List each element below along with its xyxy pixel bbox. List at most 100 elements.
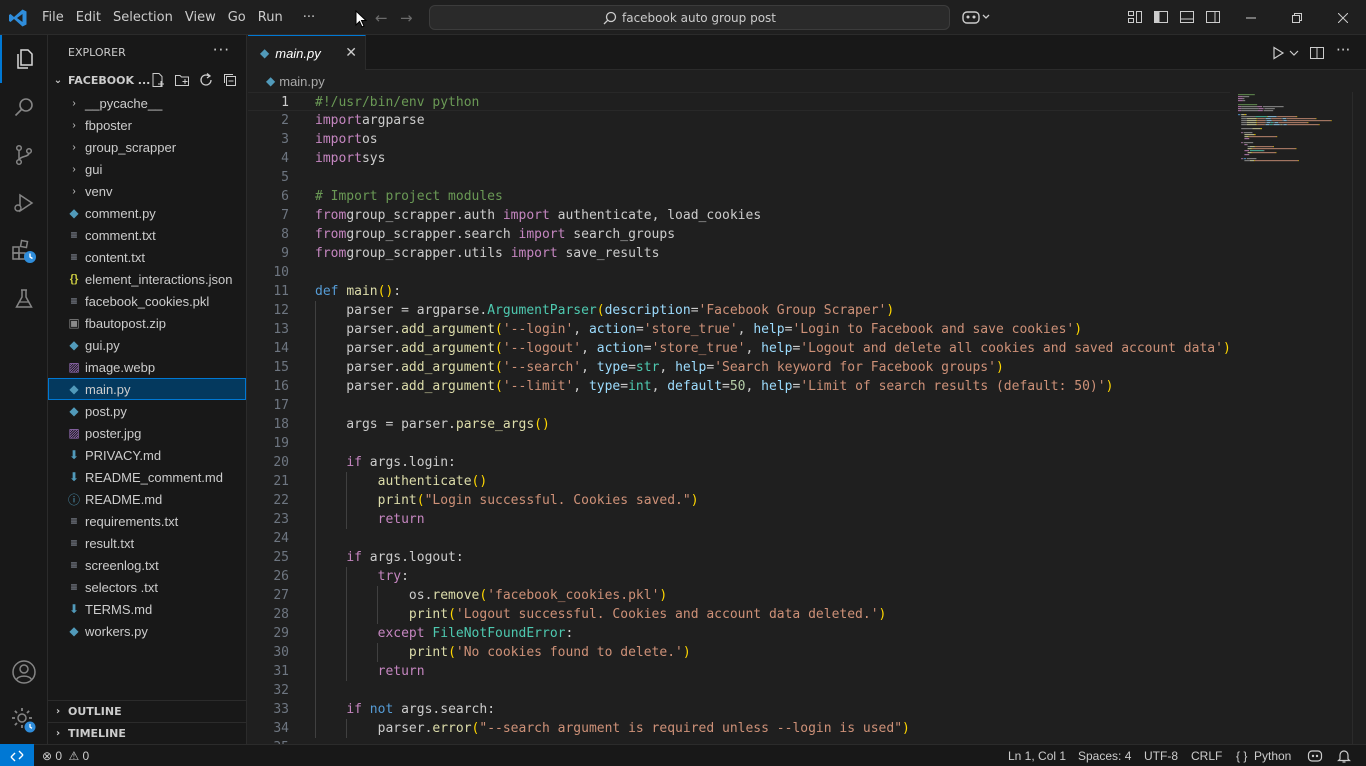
menu-more[interactable]: ···: [297, 0, 321, 35]
customize-layout-icon[interactable]: [1127, 9, 1143, 25]
code-line[interactable]: 29 except FileNotFoundError:: [248, 624, 1230, 643]
close-button[interactable]: [1320, 0, 1366, 35]
code-line[interactable]: 26 try:: [248, 567, 1230, 586]
file-item[interactable]: ◆ workers.py: [48, 620, 246, 642]
cursor-position[interactable]: Ln 1, Col 1: [1008, 748, 1066, 764]
back-arrow-icon[interactable]: ←: [375, 9, 388, 27]
editor-vertical-scrollbar[interactable]: [1352, 92, 1366, 744]
split-editor-icon[interactable]: [1309, 45, 1325, 61]
folder-item[interactable]: › venv: [48, 180, 246, 202]
activity-run-debug[interactable]: [0, 179, 48, 227]
toggle-primary-sidebar-icon[interactable]: [1153, 9, 1169, 25]
remote-indicator-button[interactable]: [0, 744, 34, 766]
menu-edit[interactable]: Edit: [70, 0, 107, 35]
copilot-icon[interactable]: [962, 9, 992, 25]
activity-testing[interactable]: [0, 275, 48, 323]
code-line[interactable]: 24: [248, 529, 1230, 548]
code-line[interactable]: 11 def main():: [248, 282, 1230, 301]
language-mode[interactable]: Python: [1254, 748, 1291, 764]
editor-more-actions-icon[interactable]: ···: [1336, 41, 1350, 59]
code-line[interactable]: 31 return: [248, 662, 1230, 681]
code-line[interactable]: 25 if args.logout:: [248, 548, 1230, 567]
folder-item[interactable]: › __pycache__: [48, 92, 246, 114]
file-item[interactable]: ≡ screenlog.txt: [48, 554, 246, 576]
file-item[interactable]: ▣ fbautopost.zip: [48, 312, 246, 334]
code-line[interactable]: 16 parser.add_argument('--limit', type=i…: [248, 377, 1230, 396]
file-item[interactable]: ▨ poster.jpg: [48, 422, 246, 444]
folder-item[interactable]: › group_scrapper: [48, 136, 246, 158]
menu-go[interactable]: Go: [222, 0, 252, 35]
code-line[interactable]: 15 parser.add_argument('--search', type=…: [248, 358, 1230, 377]
code-line[interactable]: 5: [248, 168, 1230, 187]
activity-source-control[interactable]: [0, 131, 48, 179]
file-item[interactable]: ≡ requirements.txt: [48, 510, 246, 532]
code-line[interactable]: 4 importsys: [248, 149, 1230, 168]
file-item[interactable]: ≡ facebook_cookies.pkl: [48, 290, 246, 312]
code-line[interactable]: 27 os.remove('facebook_cookies.pkl'): [248, 586, 1230, 605]
code-line[interactable]: 18 args = parser.parse_args(): [248, 415, 1230, 434]
outline-section[interactable]: › OUTLINE: [48, 700, 246, 722]
file-item[interactable]: ⬇ README_comment.md: [48, 466, 246, 488]
folder-item[interactable]: › gui: [48, 158, 246, 180]
new-file-icon[interactable]: [150, 72, 166, 88]
file-item[interactable]: ≡ result.txt: [48, 532, 246, 554]
breadcrumb[interactable]: ◆ main.py: [248, 70, 325, 92]
code-line[interactable]: 19: [248, 434, 1230, 453]
code-editor[interactable]: 1 #!/usr/bin/env python 2 importargparse 3 im…: [248, 92, 1230, 744]
menu-run[interactable]: Run: [252, 0, 289, 35]
minimap[interactable]: [1232, 92, 1350, 744]
file-item[interactable]: ◆ comment.py: [48, 202, 246, 224]
code-line[interactable]: 9 fromgroup_scrapper.utils import save_re…: [248, 244, 1230, 263]
activity-explorer[interactable]: [0, 35, 48, 83]
file-item[interactable]: ≡ selectors .txt: [48, 576, 246, 598]
file-item[interactable]: ⬇ TERMS.md: [48, 598, 246, 620]
copilot-status-icon[interactable]: [1307, 748, 1323, 764]
file-item[interactable]: ≡ content.txt: [48, 246, 246, 268]
file-item[interactable]: ◆ gui.py: [48, 334, 246, 356]
code-line[interactable]: 32: [248, 681, 1230, 700]
notifications-bell-icon[interactable]: [1337, 748, 1351, 764]
activity-extensions[interactable]: [0, 227, 48, 275]
explorer-more-actions[interactable]: ···: [213, 41, 230, 59]
code-line[interactable]: 2 importargparse: [248, 111, 1230, 130]
workspace-folder-header[interactable]: ⌄ FACEBOOK ...: [48, 69, 246, 91]
new-folder-icon[interactable]: [174, 72, 190, 88]
file-item[interactable]: ▨ image.webp: [48, 356, 246, 378]
code-line[interactable]: 22 print("Login successful. Cookies save…: [248, 491, 1230, 510]
code-line[interactable]: 3 importos: [248, 130, 1230, 149]
breadcrumb-file[interactable]: main.py: [279, 74, 325, 89]
file-item[interactable]: {} element_interactions.json: [48, 268, 246, 290]
indentation[interactable]: Spaces: 4: [1078, 748, 1131, 764]
code-line[interactable]: 33 if not args.search:: [248, 700, 1230, 719]
file-item[interactable]: ⬇ PRIVACY.md: [48, 444, 246, 466]
run-python-file-icon[interactable]: [1270, 45, 1286, 61]
code-line[interactable]: 6 # Import project modules: [248, 187, 1230, 206]
code-line[interactable]: 21 authenticate(): [248, 472, 1230, 491]
menu-view[interactable]: View: [179, 0, 222, 35]
menu-file[interactable]: File: [36, 0, 70, 35]
code-line[interactable]: 14 parser.add_argument('--logout', actio…: [248, 339, 1230, 358]
forward-arrow-icon[interactable]: →: [400, 9, 413, 27]
code-line[interactable]: 20 if args.login:: [248, 453, 1230, 472]
code-line[interactable]: 30 print('No cookies found to delete.'): [248, 643, 1230, 662]
refresh-icon[interactable]: [198, 72, 214, 88]
collapse-all-icon[interactable]: [222, 72, 238, 88]
file-item[interactable]: ⓘ README.md: [48, 488, 246, 510]
toggle-panel-icon[interactable]: [1179, 9, 1195, 25]
file-item[interactable]: ◆ main.py: [48, 378, 246, 400]
code-line[interactable]: 17: [248, 396, 1230, 415]
code-line[interactable]: 28 print('Logout successful. Cookies and…: [248, 605, 1230, 624]
end-of-line[interactable]: CRLF: [1191, 748, 1222, 764]
activity-manage[interactable]: [0, 696, 48, 744]
code-line[interactable]: 23 return: [248, 510, 1230, 529]
code-line[interactable]: 12 parser = argparse.ArgumentParser(desc…: [248, 301, 1230, 320]
code-line[interactable]: 10: [248, 263, 1230, 282]
command-center-search[interactable]: facebook auto group post: [429, 5, 950, 30]
chevron-down-icon[interactable]: [1288, 45, 1300, 61]
file-item[interactable]: ≡ comment.txt: [48, 224, 246, 246]
toggle-secondary-sidebar-icon[interactable]: [1205, 9, 1221, 25]
code-line[interactable]: 7 fromgroup_scrapper.auth import authenti…: [248, 206, 1230, 225]
activity-search[interactable]: [0, 83, 48, 131]
activity-accounts[interactable]: [0, 648, 48, 696]
menu-selection[interactable]: Selection: [107, 0, 179, 35]
